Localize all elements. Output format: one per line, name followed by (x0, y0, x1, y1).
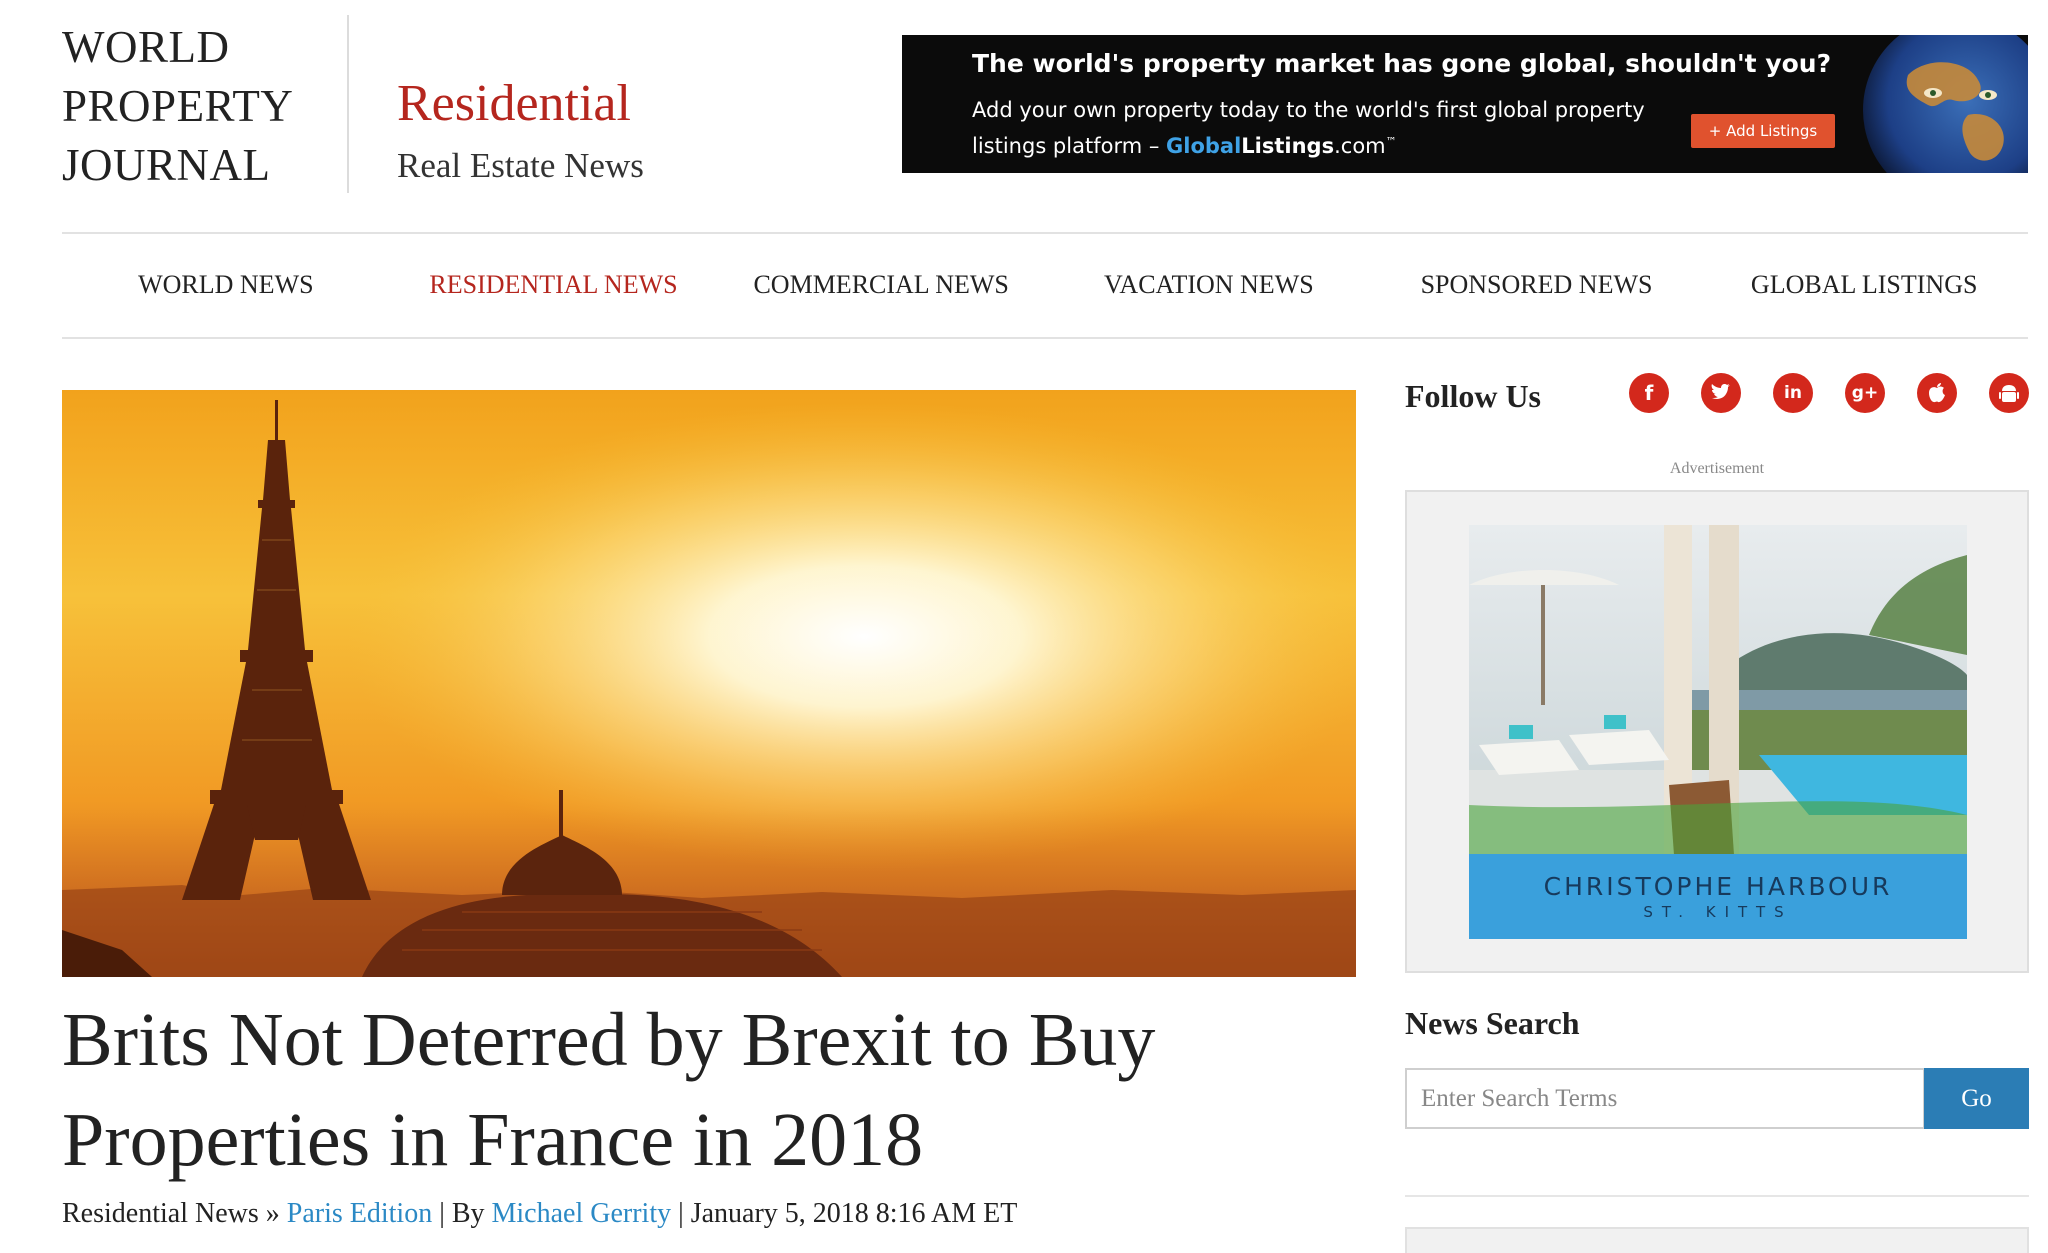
ad-brand-location: ST. KITTS (1643, 903, 1793, 921)
eiffel-tower-sunset-image (62, 390, 1356, 977)
logo-line-1: WORLD (62, 22, 230, 72)
nav-global-listings[interactable]: GLOBAL LISTINGS (1700, 233, 2028, 337)
ad-brand-band: CHRISTOPHE HARBOUR ST. KITTS (1469, 854, 1967, 939)
author-link[interactable]: Michael Gerrity (492, 1198, 672, 1229)
section-subtitle: Real Estate News (397, 146, 644, 185)
article-date: January 5, 2018 8:16 AM ET (690, 1198, 1018, 1229)
christophe-harbour-ad[interactable]: CHRISTOPHE HARBOUR ST. KITTS (1469, 525, 1967, 939)
nav-world-news[interactable]: WORLD NEWS (62, 233, 390, 337)
search-go-button[interactable]: Go (1924, 1068, 2029, 1129)
nav-vacation-news[interactable]: VACATION NEWS (1045, 233, 1373, 337)
sidebar-ad-box: CHRISTOPHE HARBOUR ST. KITTS (1405, 490, 2029, 973)
twitter-bird-glyph (1711, 384, 1730, 399)
ad-brand-name: CHRISTOPHE HARBOUR (1543, 872, 1893, 901)
article-meta: Residential News » Paris Edition | By Mi… (62, 1198, 1017, 1230)
meta-divider-2: | (678, 1198, 684, 1229)
android-icon[interactable] (1989, 373, 2029, 413)
globallistings-brand: GlobalListings.com™ (1166, 134, 1397, 158)
linkedin-icon[interactable]: in (1773, 373, 1813, 413)
brand-listings: Listings (1241, 134, 1335, 158)
banner-body: Add your own property today to the world… (972, 95, 1672, 162)
section-title: Residential (397, 75, 631, 132)
apple-icon[interactable] (1917, 373, 1957, 413)
edition-link[interactable]: Paris Edition (287, 1198, 432, 1229)
header-divider (347, 15, 349, 193)
brand-global: Global (1166, 134, 1242, 158)
banner-body-line1: Add your own property today to the world… (972, 98, 1645, 122)
banner-body-line2: listings platform – (972, 134, 1167, 158)
brand-tld: .com (1334, 134, 1386, 158)
follow-us-title: Follow Us (1405, 378, 1541, 414)
facebook-icon[interactable]: f (1629, 373, 1669, 413)
globe-face-image (1848, 35, 2028, 173)
nav-commercial-news[interactable]: COMMERCIAL NEWS (717, 233, 1045, 337)
apple-glyph (1929, 383, 1945, 403)
meta-divider-1: | (439, 1198, 445, 1229)
nav-bottom-border (62, 337, 2028, 339)
site-logo[interactable]: WORLD PROPERTY JOURNAL (62, 18, 293, 195)
logo-line-2: PROPERTY (62, 81, 294, 131)
sidebar-divider (1405, 1195, 2029, 1197)
brand-trademark: ™ (1385, 135, 1397, 148)
advertisement-label: Advertisement (1669, 460, 1765, 477)
by-label: By (451, 1198, 485, 1229)
search-input[interactable] (1405, 1068, 1925, 1129)
breadcrumb-separator: » (265, 1198, 280, 1229)
news-search-title: News Search (1405, 1005, 1580, 1041)
top-banner-ad[interactable]: The world's property market has gone glo… (902, 35, 2028, 173)
banner-headline: The world's property market has gone glo… (972, 49, 1832, 78)
resort-pool-image (1469, 525, 1967, 855)
google-plus-icon[interactable]: g+ (1845, 373, 1885, 413)
add-listings-button[interactable]: + Add Listings (1691, 114, 1835, 148)
logo-line-3: JOURNAL (62, 140, 271, 190)
nav-residential-news[interactable]: RESIDENTIAL NEWS (390, 233, 718, 337)
sidebar-next-widget (1405, 1227, 2029, 1253)
android-glyph (1999, 385, 2019, 402)
article-headline: Brits Not Deterred by Brexit to Buy Prop… (62, 998, 1156, 1182)
twitter-icon[interactable] (1701, 373, 1741, 413)
nav-sponsored-news[interactable]: SPONSORED NEWS (1373, 233, 1701, 337)
article-hero-image (62, 390, 1356, 977)
article-category: Residential News (62, 1198, 259, 1229)
main-nav: WORLD NEWS RESIDENTIAL NEWS COMMERCIAL N… (62, 233, 2028, 337)
